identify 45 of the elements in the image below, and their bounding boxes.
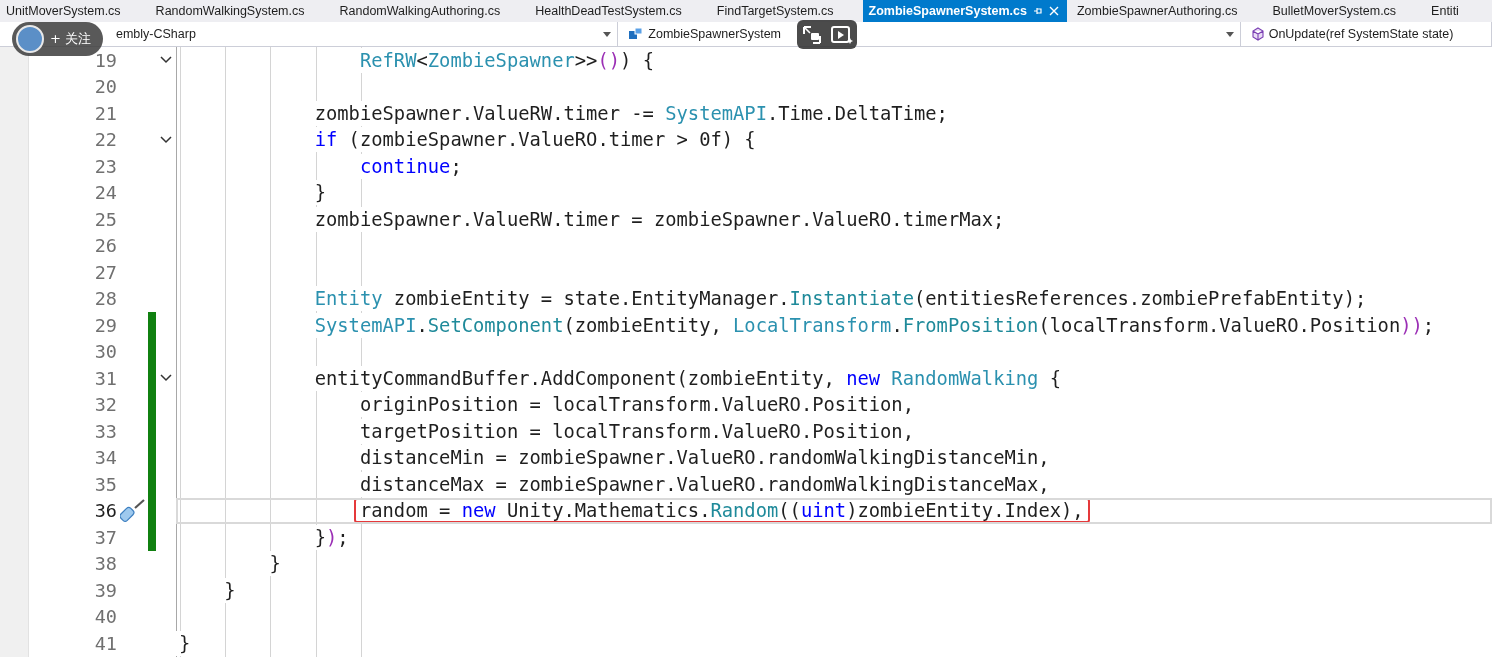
file-tab[interactable]: ZombieSpawnerAuthoring.cs — [1070, 0, 1267, 22]
line-number: 25 — [93, 208, 117, 230]
line-number: 27 — [93, 261, 117, 283]
caret-icon — [603, 31, 612, 37]
line-number: 24 — [93, 182, 117, 204]
file-tab[interactable]: HealthDeadTestSystem.cs — [529, 0, 711, 22]
file-tab[interactable]: Entiti — [1425, 0, 1488, 22]
line-number: 28 — [93, 288, 117, 310]
play-sparkle-icon[interactable] — [830, 23, 854, 46]
line-number: 38 — [93, 553, 117, 575]
line-number: 34 — [93, 447, 117, 469]
cube-icon — [1250, 27, 1265, 41]
close-icon[interactable] — [1048, 6, 1059, 16]
file-tab[interactable]: BulletMoverSystem.cs — [1266, 0, 1426, 22]
pin-icon[interactable] — [1032, 6, 1043, 16]
line-number: 20 — [93, 76, 117, 98]
file-tab[interactable]: FindTargetSystem.cs — [710, 0, 863, 22]
line-number: 32 — [93, 394, 117, 416]
line-number: 29 — [93, 314, 117, 336]
avatar-icon — [16, 25, 44, 53]
line-number: 23 — [93, 155, 117, 177]
mini-window-icon[interactable] — [800, 23, 824, 46]
member-dropdown[interactable]: OnUpdate(ref SystemState state) — [1244, 22, 1492, 46]
screwdriver-icon[interactable] — [119, 498, 146, 523]
line-number: 31 — [93, 367, 117, 389]
line-number: 30 — [93, 341, 117, 363]
line-number: 36 — [93, 500, 117, 522]
file-tab[interactable]: ZombieSpawnerSystem.cs — [862, 0, 1067, 22]
chevron-icon[interactable] — [160, 374, 172, 383]
line-number: 39 — [93, 579, 117, 601]
chevron-icon[interactable] — [160, 135, 172, 144]
line-number: 41 — [93, 632, 117, 654]
line-number: 22 — [93, 129, 117, 151]
class-icon — [628, 27, 645, 41]
chevron-icon[interactable] — [160, 56, 172, 65]
line-number: 33 — [93, 420, 117, 442]
file-tab[interactable]: RandomWalkingSystem.cs — [149, 0, 334, 22]
line-number: 26 — [93, 235, 117, 257]
line-number: 40 — [93, 606, 117, 628]
line-number: 21 — [93, 102, 117, 124]
line-number: 37 — [93, 526, 117, 548]
line-number: 35 — [93, 473, 117, 495]
file-tab[interactable]: RandomWalkingAuthoring.cs — [333, 0, 530, 22]
caret-icon — [1225, 31, 1234, 37]
file-tab[interactable]: UnitMoverSystem.cs — [0, 0, 150, 22]
